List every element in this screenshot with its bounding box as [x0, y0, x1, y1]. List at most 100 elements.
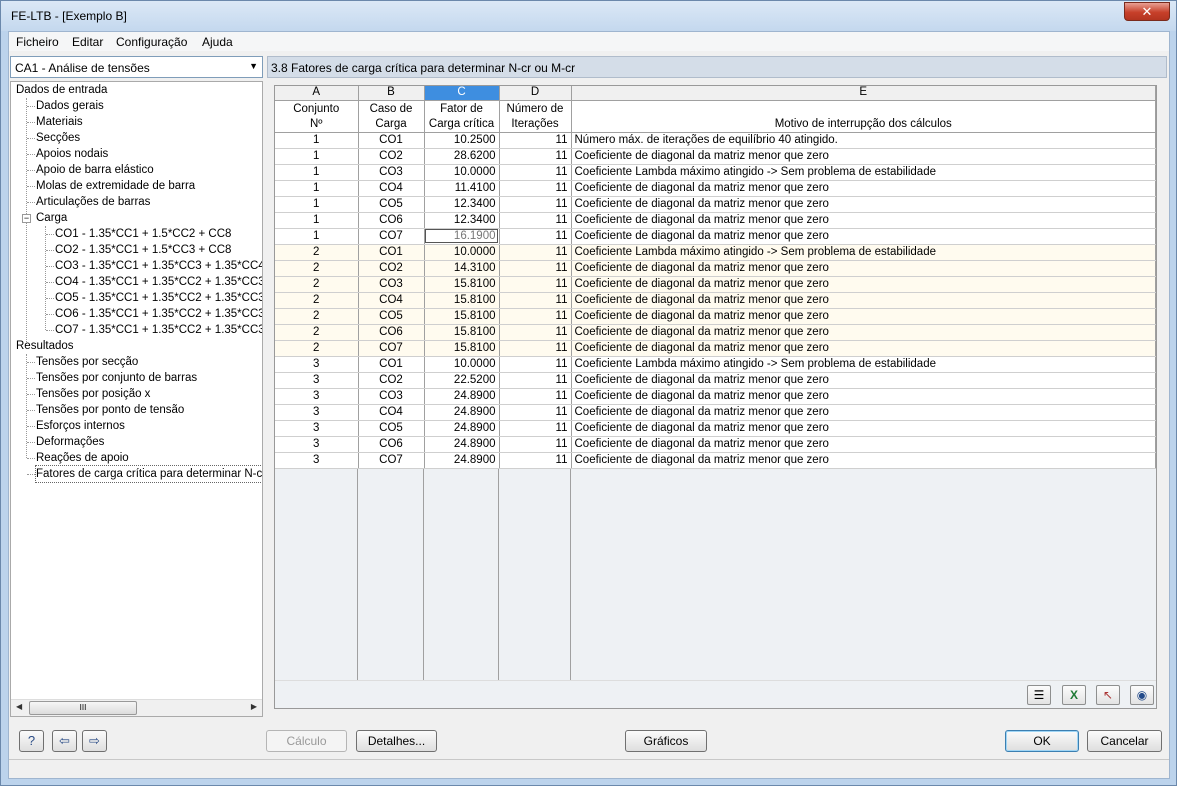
cell-iteracoes[interactable]: 11 [499, 180, 572, 197]
tree-item-carga[interactable]: Carga [36, 210, 67, 226]
column-letter-e[interactable]: E [571, 86, 1156, 101]
cell-fator-carga[interactable]: 10.0000 [424, 244, 500, 261]
tree-item-materiais[interactable]: Materiais [36, 114, 83, 130]
cell-caso-carga[interactable]: CO4 [358, 292, 425, 309]
tree-item-tensoes-conjunto[interactable]: Tensões por conjunto de barras [36, 370, 197, 386]
cell-motivo[interactable]: Coeficiente Lambda máximo atingido -> Se… [571, 244, 1156, 261]
cell-fator-carga[interactable]: 15.8100 [424, 308, 500, 325]
cell-caso-carga[interactable]: CO4 [358, 180, 425, 197]
cell-motivo[interactable]: Coeficiente de diagonal da matriz menor … [571, 372, 1156, 389]
cell-fator-carga[interactable]: 24.8900 [424, 420, 500, 437]
table-row[interactable]: 3 CO7 24.8900 11 Coeficiente de diagonal da … [275, 452, 1156, 469]
cell-conjunto[interactable]: 2 [275, 324, 359, 341]
cell-motivo[interactable]: Coeficiente de diagonal da matriz menor … [571, 212, 1156, 229]
cell-motivo[interactable]: Coeficiente de diagonal da matriz menor … [571, 404, 1156, 421]
cell-fator-carga[interactable]: 15.8100 [424, 324, 500, 341]
previous-icon[interactable]: ⇦ [52, 730, 77, 752]
column-letter-b[interactable]: B [358, 86, 425, 101]
menu-editar[interactable]: Editar [72, 35, 103, 49]
tree-item-co3[interactable]: CO3 - 1.35*CC1 + 1.35*CC3 + 1.35*CC4 [55, 258, 262, 274]
menu-ficheiro[interactable]: Ficheiro [16, 35, 59, 49]
scroll-right-icon[interactable]: ▶ [251, 702, 257, 711]
cell-fator-carga[interactable]: 11.4100 [424, 180, 500, 197]
cell-caso-carga[interactable]: CO2 [358, 148, 425, 165]
table-row[interactable]: 3 CO6 24.8900 11 Coeficiente de diagonal da … [275, 436, 1156, 453]
cell-caso-carga[interactable]: CO1 [358, 356, 425, 373]
cell-motivo[interactable]: Coeficiente de diagonal da matriz menor … [571, 340, 1156, 357]
cancelar-button[interactable]: Cancelar [1087, 730, 1162, 752]
table-row[interactable]: 2 CO3 15.8100 11 Coeficiente de diagonal da … [275, 276, 1156, 293]
cell-fator-carga[interactable]: 12.3400 [424, 196, 500, 213]
table-row[interactable]: 1 CO2 28.6200 11 Coeficiente de diagonal da … [275, 148, 1156, 165]
cell-conjunto[interactable]: 1 [275, 148, 359, 165]
cell-motivo[interactable]: Coeficiente de diagonal da matriz menor … [571, 260, 1156, 277]
cell-iteracoes[interactable]: 11 [499, 324, 572, 341]
cell-iteracoes[interactable]: 11 [499, 404, 572, 421]
cell-conjunto[interactable]: 2 [275, 340, 359, 357]
tree-item-co5[interactable]: CO5 - 1.35*CC1 + 1.35*CC2 + 1.35*CC3 [55, 290, 262, 306]
cell-motivo[interactable]: Número máx. de iterações de equilíbrio 4… [571, 132, 1156, 149]
tree-item-apoio-barra-elastico[interactable]: Apoio de barra elástico [36, 162, 154, 178]
table-row[interactable]: 1 CO5 12.3400 11 Coeficiente de diagonal da … [275, 196, 1156, 213]
cell-conjunto[interactable]: 3 [275, 404, 359, 421]
cell-conjunto[interactable]: 3 [275, 420, 359, 437]
cell-iteracoes[interactable]: 11 [499, 388, 572, 405]
cell-caso-carga[interactable]: CO3 [358, 276, 425, 293]
cell-caso-carga[interactable]: CO6 [358, 324, 425, 341]
tree-item-molas[interactable]: Molas de extremidade de barra [36, 178, 195, 194]
cell-iteracoes[interactable]: 11 [499, 164, 572, 181]
cell-fator-carga[interactable]: 14.3100 [424, 260, 500, 277]
cell-iteracoes[interactable]: 11 [499, 436, 572, 453]
table-row[interactable]: 2 CO5 15.8100 11 Coeficiente de diagonal da … [275, 308, 1156, 325]
case-select[interactable]: CA1 - Análise de tensões ▼ [10, 56, 263, 78]
tree-item-apoios-nodais[interactable]: Apoios nodais [36, 146, 108, 162]
column-letter-d[interactable]: D [499, 86, 572, 101]
cell-conjunto[interactable]: 3 [275, 372, 359, 389]
table-row[interactable]: 3 CO3 24.8900 11 Coeficiente de diagonal da … [275, 388, 1156, 405]
cell-motivo[interactable]: Coeficiente de diagonal da matriz menor … [571, 228, 1156, 245]
cell-motivo[interactable]: Coeficiente de diagonal da matriz menor … [571, 196, 1156, 213]
cell-fator-carga[interactable]: 15.8100 [424, 340, 500, 357]
graficos-button[interactable]: Gráficos [625, 730, 707, 752]
eye-view-icon[interactable]: ◉ [1130, 685, 1154, 705]
cell-conjunto[interactable]: 1 [275, 164, 359, 181]
cell-fator-carga[interactable]: 24.8900 [424, 404, 500, 421]
cell-fator-carga[interactable]: 10.2500 [424, 132, 500, 149]
cell-fator-carga[interactable]: 12.3400 [424, 212, 500, 229]
cell-caso-carga[interactable]: CO1 [358, 244, 425, 261]
table-row[interactable]: 2 CO2 14.3100 11 Coeficiente de diagonal da … [275, 260, 1156, 277]
tree-item-tensoes-posicao[interactable]: Tensões por posição x [36, 386, 150, 402]
cell-iteracoes[interactable]: 11 [499, 420, 572, 437]
scroll-left-icon[interactable]: ◀ [16, 702, 22, 711]
cell-iteracoes[interactable]: 11 [499, 132, 572, 149]
cell-fator-carga[interactable]: 10.0000 [424, 356, 500, 373]
cell-caso-carga[interactable]: CO7 [358, 228, 425, 245]
tree-item-co1[interactable]: CO1 - 1.35*CC1 + 1.5*CC2 + CC8 [55, 226, 231, 242]
table-row[interactable]: 1 CO7 16.1900 11 Coeficiente de diagonal da … [275, 228, 1156, 245]
cell-caso-carga[interactable]: CO6 [358, 212, 425, 229]
tree-input-root[interactable]: Dados de entrada [16, 82, 107, 98]
cell-conjunto[interactable]: 3 [275, 388, 359, 405]
cell-caso-carga[interactable]: CO2 [358, 372, 425, 389]
cell-caso-carga[interactable]: CO1 [358, 132, 425, 149]
cell-conjunto[interactable]: 1 [275, 132, 359, 149]
table-row[interactable]: 2 CO1 10.0000 11 Coeficiente Lambda máximo a… [275, 244, 1156, 261]
cell-conjunto[interactable]: 2 [275, 292, 359, 309]
next-icon[interactable]: ⇨ [82, 730, 107, 752]
tree-item-dados-gerais[interactable]: Dados gerais [36, 98, 104, 114]
cell-conjunto[interactable]: 1 [275, 228, 359, 245]
tree-item-seccoes[interactable]: Secções [36, 130, 80, 146]
pointer-select-icon[interactable]: ↖ [1096, 685, 1120, 705]
tree-item-articulacoes[interactable]: Articulações de barras [36, 194, 150, 210]
table-row[interactable]: 2 CO7 15.8100 11 Coeficiente de diagonal da … [275, 340, 1156, 357]
cell-iteracoes[interactable]: 11 [499, 292, 572, 309]
cell-conjunto[interactable]: 3 [275, 452, 359, 469]
cell-iteracoes[interactable]: 11 [499, 196, 572, 213]
cell-caso-carga[interactable]: CO5 [358, 308, 425, 325]
tree-results-root[interactable]: Resultados [16, 338, 74, 354]
cell-fator-carga[interactable]: 22.5200 [424, 372, 500, 389]
cell-motivo[interactable]: Coeficiente de diagonal da matriz menor … [571, 420, 1156, 437]
detalhes-button[interactable]: Detalhes... [356, 730, 437, 752]
cell-fator-carga[interactable]: 24.8900 [424, 436, 500, 453]
cell-caso-carga[interactable]: CO2 [358, 260, 425, 277]
